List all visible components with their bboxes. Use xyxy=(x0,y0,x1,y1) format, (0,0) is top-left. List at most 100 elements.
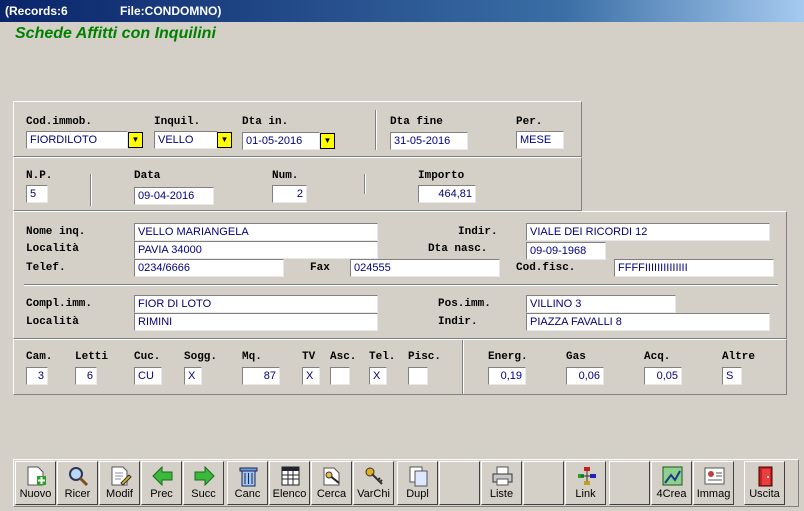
dta-fine-label: Dta fine xyxy=(390,116,443,128)
varchi-button[interactable]: VarChi xyxy=(353,461,394,505)
letti-label: Letti xyxy=(75,351,109,363)
succ-button[interactable]: Succ xyxy=(183,461,224,505)
duplicate-icon xyxy=(409,466,428,487)
uscita-label: Uscita xyxy=(749,488,780,500)
elenco-button[interactable]: Elenco xyxy=(269,461,310,505)
link-label: Link xyxy=(575,488,596,500)
acq-field[interactable]: 0,05 xyxy=(644,367,682,385)
dta-in-field[interactable]: 01-05-2016 xyxy=(242,132,320,150)
ricer-button[interactable]: Ricer xyxy=(57,461,98,505)
inquil-field[interactable]: VELLO xyxy=(154,131,218,149)
telef-label: Telef. xyxy=(26,262,66,274)
tel-field[interactable]: X xyxy=(369,367,387,385)
localita-label: Località xyxy=(26,243,79,255)
cod-immob-dropdown-icon[interactable]: ▼ xyxy=(128,132,143,148)
arrow-right-icon xyxy=(194,465,215,487)
nome-inq-label: Nome inq. xyxy=(26,226,86,238)
dta-in-dropdown-icon[interactable]: ▼ xyxy=(320,133,335,149)
nome-inq-field[interactable]: VELLO MARIANGELA xyxy=(134,223,378,241)
sogg-field[interactable]: X xyxy=(184,367,202,385)
image-icon xyxy=(704,467,725,485)
exit-icon xyxy=(758,466,773,487)
empty-toolbar-button[interactable] xyxy=(523,461,564,505)
liste-button[interactable]: Liste xyxy=(481,461,522,505)
uscita-button[interactable]: Uscita xyxy=(744,461,785,505)
np-label: N.P. xyxy=(26,170,53,182)
tel-label: Tel. xyxy=(369,351,396,363)
link-button[interactable]: Link xyxy=(565,461,606,505)
indir-label: Indir. xyxy=(458,226,498,238)
edit-icon xyxy=(111,466,132,486)
np-field[interactable]: 5 xyxy=(26,185,48,203)
records-count: (Records:6 xyxy=(5,4,68,18)
dta-fine-field[interactable]: 31-05-2016 xyxy=(390,132,468,150)
compl-imm-label: Compl.imm. xyxy=(26,298,93,310)
altre-label: Altre xyxy=(722,351,756,363)
indir-field[interactable]: VIALE DEI RICORDI 12 xyxy=(526,223,770,241)
asc-field[interactable] xyxy=(330,367,350,385)
importo-field[interactable]: 464,81 xyxy=(418,185,476,203)
cuc-field[interactable]: CU xyxy=(134,367,162,385)
dupl-label: Dupl xyxy=(406,488,429,500)
prec-button[interactable]: Prec xyxy=(141,461,182,505)
data-field[interactable]: 09-04-2016 xyxy=(134,187,214,205)
cerca-label: Cerca xyxy=(316,488,347,500)
empty-toolbar-button[interactable] xyxy=(439,461,480,505)
create-icon xyxy=(662,466,683,486)
separator xyxy=(90,174,92,206)
localita-imm-field[interactable]: RIMINI xyxy=(134,313,378,331)
pos-imm-field[interactable]: VILLINO 3 xyxy=(526,295,676,313)
inquil-dropdown-icon[interactable]: ▼ xyxy=(217,132,232,148)
inquil-label: Inquil. xyxy=(154,116,201,128)
dta-nasc-field[interactable]: 09-09-1968 xyxy=(526,242,606,260)
pisc-field[interactable] xyxy=(408,367,428,385)
page-title: Schede Affitti con Inquilini xyxy=(15,25,216,42)
cod-immob-label: Cod.immob. xyxy=(26,116,93,128)
list-icon xyxy=(281,466,300,486)
mq-label: Mq. xyxy=(242,351,262,363)
localita-imm-label: Località xyxy=(26,316,79,328)
cerca-button[interactable]: Cerca xyxy=(311,461,352,505)
fax-field[interactable]: 024555 xyxy=(350,259,500,277)
letti-field[interactable]: 6 xyxy=(75,367,97,385)
succ-label: Succ xyxy=(191,488,216,500)
tv-field[interactable]: X xyxy=(302,367,320,385)
immag-button[interactable]: Immag xyxy=(693,461,734,505)
tv-label: TV xyxy=(302,351,316,363)
altre-field[interactable]: S xyxy=(722,367,742,385)
per-field[interactable]: MESE xyxy=(516,131,564,149)
dupl-button[interactable]: Dupl xyxy=(397,461,438,505)
empty-toolbar-button[interactable] xyxy=(609,461,650,505)
separator xyxy=(375,110,377,150)
cuc-label: Cuc. xyxy=(134,351,161,363)
find-icon xyxy=(323,467,340,486)
link-icon xyxy=(578,467,596,485)
cam-label: Cam. xyxy=(26,351,53,363)
cod-fisc-field[interactable]: FFFFIIIIIIIIIIIIII xyxy=(614,259,774,277)
cam-field[interactable]: 3 xyxy=(26,367,48,385)
energ-field[interactable]: 0,19 xyxy=(488,367,526,385)
search-icon xyxy=(69,467,89,487)
asc-label: Asc. xyxy=(330,351,357,363)
separator xyxy=(462,340,464,394)
gas-field[interactable]: 0,06 xyxy=(566,367,604,385)
num-field[interactable]: 2 xyxy=(272,185,307,203)
modif-label: Modif xyxy=(106,488,133,500)
sogg-label: Sogg. xyxy=(184,351,218,363)
fax-label: Fax xyxy=(310,262,330,274)
crea-button[interactable]: 4Crea xyxy=(651,461,692,505)
liste-label: Liste xyxy=(489,488,514,500)
telef-field[interactable]: 0234/6666 xyxy=(134,259,284,277)
cod-immob-field[interactable]: FIORDILOTO xyxy=(26,131,128,149)
separator xyxy=(364,174,366,194)
localita-field[interactable]: PAVIA 34000 xyxy=(134,241,378,259)
canc-button[interactable]: Canc xyxy=(227,461,268,505)
compl-imm-field[interactable]: FIOR DI LOTO xyxy=(134,295,378,313)
separator xyxy=(24,284,778,286)
gas-label: Gas xyxy=(566,351,586,363)
indir-imm-field[interactable]: PIAZZA FAVALLI 8 xyxy=(526,313,770,331)
nuovo-button[interactable]: Nuovo xyxy=(15,461,56,505)
modif-button[interactable]: Modif xyxy=(99,461,140,505)
canc-label: Canc xyxy=(234,488,261,500)
mq-field[interactable]: 87 xyxy=(242,367,280,385)
